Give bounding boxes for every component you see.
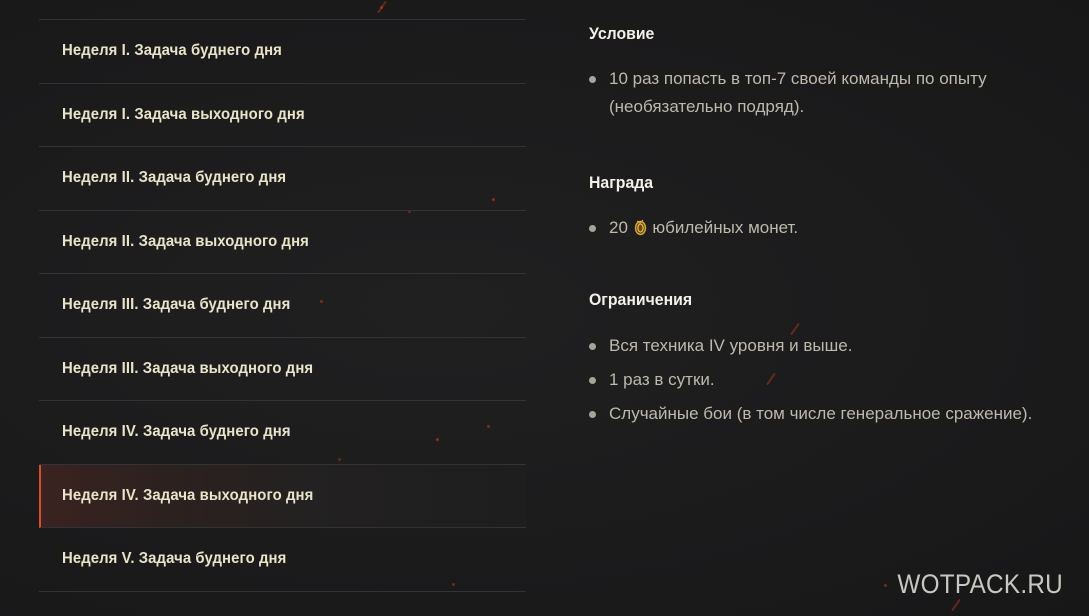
restriction-item: Вся техника IV уровня и выше.: [589, 332, 1079, 360]
restrictions-section: Ограничения Вся техника IV уровня и выше…: [589, 286, 1079, 428]
condition-title: Условие: [589, 24, 655, 43]
reward-section: Награда 20 юбилейных монет.: [589, 169, 1079, 242]
condition-list: 10 раз попасть в топ-7 своей команды по …: [589, 65, 1029, 121]
coin-icon: [634, 217, 647, 236]
condition-item: 10 раз попасть в топ-7 своей команды по …: [589, 65, 1029, 121]
task-item-label: Неделя I. Задача буднего дня: [62, 42, 282, 60]
reward-item: 20 юбилейных монет.: [589, 214, 1079, 242]
task-item-label: Неделя III. Задача выходного дня: [62, 359, 314, 377]
task-item-label: Неделя II. Задача выходного дня: [62, 232, 309, 250]
restriction-item: Случайные бои (в том числе генеральное с…: [589, 400, 1079, 428]
task-item-week1-weekend[interactable]: Неделя I. Задача выходного дня: [39, 84, 526, 147]
task-item-label: Неделя III. Задача буднего дня: [62, 296, 291, 314]
task-item-label: Неделя IV. Задача буднего дня: [62, 423, 291, 441]
task-item-week1-weekday[interactable]: Неделя I. Задача буднего дня: [39, 20, 526, 84]
reward-text: юбилейных монет.: [652, 218, 799, 237]
reward-title: Награда: [589, 173, 654, 192]
reward-list: 20 юбилейных монет.: [589, 214, 1079, 242]
reward-amount: 20: [609, 218, 628, 237]
restriction-item: 1 раз в сутки.: [589, 366, 1079, 394]
condition-section: Условие 10 раз попасть в топ-7 своей ком…: [589, 20, 1079, 121]
watermark-logo: WOTPACK.RU: [897, 569, 1063, 599]
task-details-panel: Условие 10 раз попасть в топ-7 своей ком…: [589, 20, 1079, 428]
task-item-week2-weekend[interactable]: Неделя II. Задача выходного дня: [39, 211, 526, 274]
task-item-label: Неделя I. Задача выходного дня: [62, 105, 305, 123]
task-item-week4-weekday[interactable]: Неделя IV. Задача буднего дня: [39, 401, 526, 465]
page: Неделя I. Задача буднего дня Неделя I. З…: [0, 0, 1089, 616]
task-item-label: Неделя II. Задача буднего дня: [62, 169, 287, 187]
task-item-week5-weekday[interactable]: Неделя V. Задача буднего дня: [39, 528, 526, 592]
task-item-label: Неделя V. Задача буднего дня: [62, 550, 287, 568]
task-list: Неделя I. Задача буднего дня Неделя I. З…: [39, 19, 526, 592]
task-item-week4-weekend-active[interactable]: Неделя IV. Задача выходного дня: [39, 464, 526, 528]
task-item-week3-weekday[interactable]: Неделя III. Задача буднего дня: [39, 274, 526, 338]
task-item-week2-weekday[interactable]: Неделя II. Задача буднего дня: [39, 147, 526, 211]
task-item-label: Неделя IV. Задача выходного дня: [62, 486, 314, 504]
task-item-week3-weekend[interactable]: Неделя III. Задача выходного дня: [39, 338, 526, 401]
restrictions-title: Ограничения: [589, 290, 693, 309]
restrictions-list: Вся техника IV уровня и выше. 1 раз в су…: [589, 332, 1079, 428]
